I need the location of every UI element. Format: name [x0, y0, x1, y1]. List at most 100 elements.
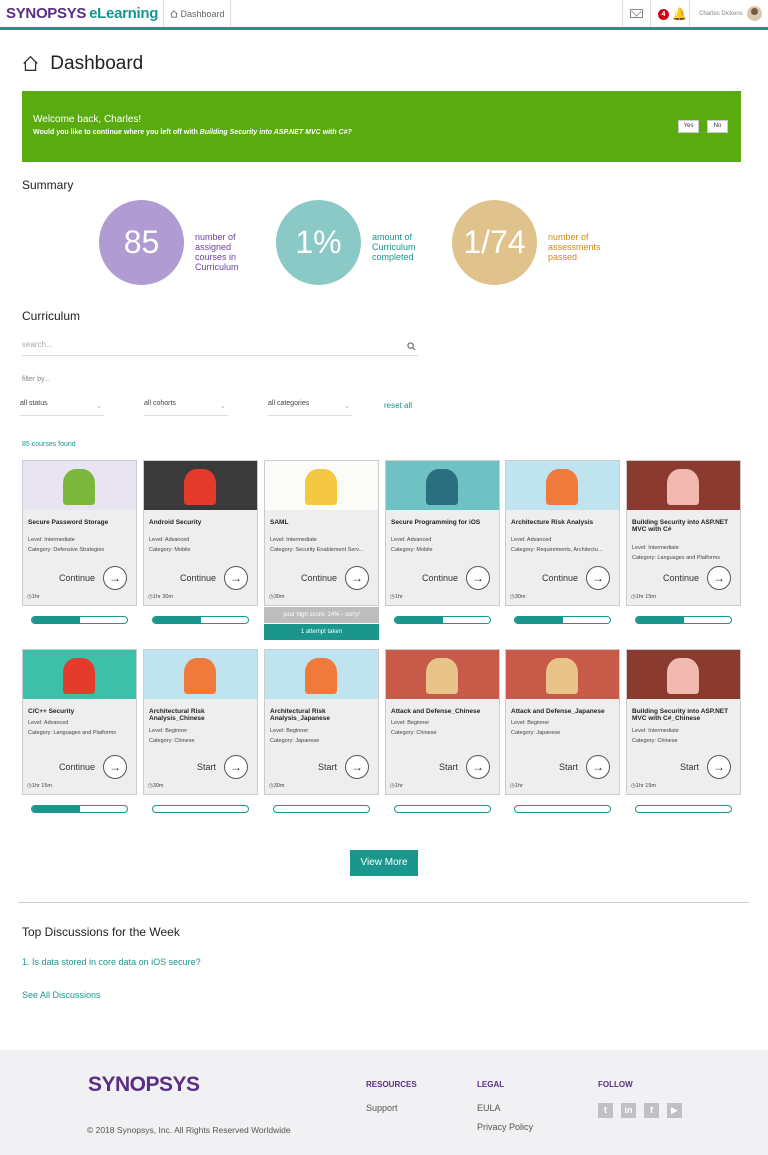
- footer-logo[interactable]: SYNOPSYS: [88, 1073, 200, 1097]
- arrow-right-icon[interactable]: →: [103, 755, 127, 779]
- continue-button[interactable]: Continue: [301, 573, 337, 583]
- course-title[interactable]: Secure Password Storage: [28, 519, 134, 526]
- arrow-right-icon[interactable]: →: [103, 566, 127, 590]
- bell-icon[interactable]: 🔔: [672, 7, 687, 21]
- course-card[interactable]: Architecture Risk Analysis Level: Advance…: [505, 460, 620, 606]
- course-title[interactable]: Attack and Defense_Chinese: [391, 708, 497, 715]
- progress-fill: [32, 617, 80, 623]
- categories-filter[interactable]: all categories ⌄: [268, 400, 352, 416]
- duration-text: 1hr 15m: [635, 594, 656, 600]
- progress-fill: [395, 617, 443, 623]
- course-title[interactable]: Architectural Risk Analysis_Japanese: [270, 708, 376, 722]
- course-card[interactable]: Architectural Risk Analysis_Chinese Level…: [143, 649, 258, 795]
- arrow-right-icon[interactable]: →: [345, 566, 369, 590]
- start-button[interactable]: Start: [439, 762, 458, 772]
- continue-button[interactable]: Continue: [59, 762, 95, 772]
- reset-all-link[interactable]: reset all: [384, 401, 412, 410]
- cohorts-filter[interactable]: all cohorts ⌄: [144, 400, 228, 416]
- discussion-link[interactable]: 1. Is data stored in core data on iOS se…: [22, 957, 201, 967]
- course-card[interactable]: Building Security into ASP.NET MVC with …: [626, 649, 741, 795]
- course-thumbnail: [265, 650, 378, 699]
- user-name[interactable]: Charles Dickens: [699, 11, 743, 17]
- course-title[interactable]: Attack and Defense_Japanese: [511, 708, 617, 715]
- mail-icon[interactable]: [630, 9, 643, 18]
- course-category: Category: Mobile: [391, 547, 433, 553]
- course-card[interactable]: Architectural Risk Analysis_Japanese Leve…: [264, 649, 379, 795]
- see-all-discussions-link[interactable]: See All Discussions: [22, 990, 101, 1000]
- privacy-policy-link[interactable]: Privacy Policy: [477, 1122, 533, 1132]
- facebook-icon[interactable]: f: [644, 1103, 659, 1118]
- section-divider: [18, 902, 749, 903]
- course-card[interactable]: C/C++ Security Level: Advanced Category: L…: [22, 649, 137, 795]
- course-thumbnail: [506, 461, 619, 510]
- course-duration: ◷30m: [510, 594, 526, 600]
- nav-dashboard[interactable]: Dashboard: [170, 9, 225, 19]
- progress-bar: [152, 805, 249, 813]
- divider: [163, 0, 164, 27]
- course-title[interactable]: Architectural Risk Analysis_Chinese: [149, 708, 255, 722]
- continue-button[interactable]: Continue: [663, 573, 699, 583]
- course-card[interactable]: Attack and Defense_Chinese Level: Beginne…: [385, 649, 500, 795]
- duration-text: 30m: [514, 594, 526, 600]
- duration-text: 1hr 15m: [31, 783, 52, 789]
- start-button[interactable]: Start: [318, 762, 337, 772]
- thumbnail-figure: [305, 658, 337, 694]
- search-input[interactable]: search...: [22, 340, 418, 356]
- course-title[interactable]: Secure Programming for iOS: [391, 519, 497, 526]
- brand-logo[interactable]: SYNOPSYS eLearning: [6, 5, 158, 22]
- divider: [650, 0, 651, 27]
- start-button[interactable]: Start: [680, 762, 699, 772]
- filter-by-label: filter by...: [22, 376, 50, 383]
- youtube-icon[interactable]: ▶: [667, 1103, 682, 1118]
- summary-heading: Summary: [22, 178, 74, 192]
- course-title[interactable]: Android Security: [149, 519, 255, 526]
- course-card[interactable]: SAML Level: Intermediate Category: Securit…: [264, 460, 379, 606]
- status-filter[interactable]: all status ⌄: [20, 400, 104, 416]
- course-duration: ◷1hr: [510, 783, 523, 789]
- course-card[interactable]: Android Security Level: Advanced Category:…: [143, 460, 258, 606]
- home-icon: [23, 56, 38, 72]
- course-category: Category: Japanese: [270, 738, 320, 744]
- arrow-right-icon[interactable]: →: [224, 755, 248, 779]
- arrow-right-icon[interactable]: →: [224, 566, 248, 590]
- thumbnail-figure: [184, 469, 216, 505]
- eula-link[interactable]: EULA: [477, 1103, 501, 1113]
- avatar[interactable]: [747, 6, 762, 21]
- twitter-icon[interactable]: t: [598, 1103, 613, 1118]
- yes-button[interactable]: Yes: [678, 120, 699, 133]
- linkedin-icon[interactable]: in: [621, 1103, 636, 1118]
- course-title[interactable]: SAML: [270, 519, 376, 526]
- start-button[interactable]: Start: [559, 762, 578, 772]
- course-card[interactable]: Secure Programming for iOS Level: Advance…: [385, 460, 500, 606]
- arrow-right-icon[interactable]: →: [466, 755, 490, 779]
- course-card[interactable]: Attack and Defense_Japanese Level: Beginn…: [505, 649, 620, 795]
- arrow-right-icon[interactable]: →: [345, 755, 369, 779]
- course-level: Level: Advanced: [28, 720, 69, 726]
- continue-button[interactable]: Continue: [542, 573, 578, 583]
- course-card[interactable]: Secure Password Storage Level: Intermedia…: [22, 460, 137, 606]
- start-button[interactable]: Start: [197, 762, 216, 772]
- view-more-button[interactable]: View More: [350, 850, 418, 876]
- course-title[interactable]: C/C++ Security: [28, 708, 134, 715]
- arrow-right-icon[interactable]: →: [586, 755, 610, 779]
- course-card[interactable]: Building Security into ASP.NET MVC with …: [626, 460, 741, 606]
- continue-button[interactable]: Continue: [180, 573, 216, 583]
- support-link[interactable]: Support: [366, 1103, 398, 1113]
- course-duration: ◷1hr: [27, 594, 40, 600]
- arrow-right-icon[interactable]: →: [466, 566, 490, 590]
- course-title[interactable]: Building Security into ASP.NET MVC with …: [632, 708, 738, 722]
- continue-button[interactable]: Continue: [422, 573, 458, 583]
- duration-text: 1hr 30m: [152, 594, 173, 600]
- continue-button[interactable]: Continue: [59, 573, 95, 583]
- home-icon: [170, 10, 178, 18]
- resources-heading: RESOURCES: [366, 1080, 417, 1089]
- search-icon[interactable]: [407, 342, 416, 351]
- curriculum-heading: Curriculum: [22, 309, 81, 323]
- course-title[interactable]: Building Security into ASP.NET MVC with …: [632, 519, 738, 533]
- arrow-right-icon[interactable]: →: [586, 566, 610, 590]
- arrow-right-icon[interactable]: →: [707, 755, 731, 779]
- no-button[interactable]: No: [707, 120, 728, 133]
- course-title[interactable]: Architecture Risk Analysis: [511, 519, 617, 526]
- arrow-right-icon[interactable]: →: [707, 566, 731, 590]
- duration-text: 30m: [152, 783, 164, 789]
